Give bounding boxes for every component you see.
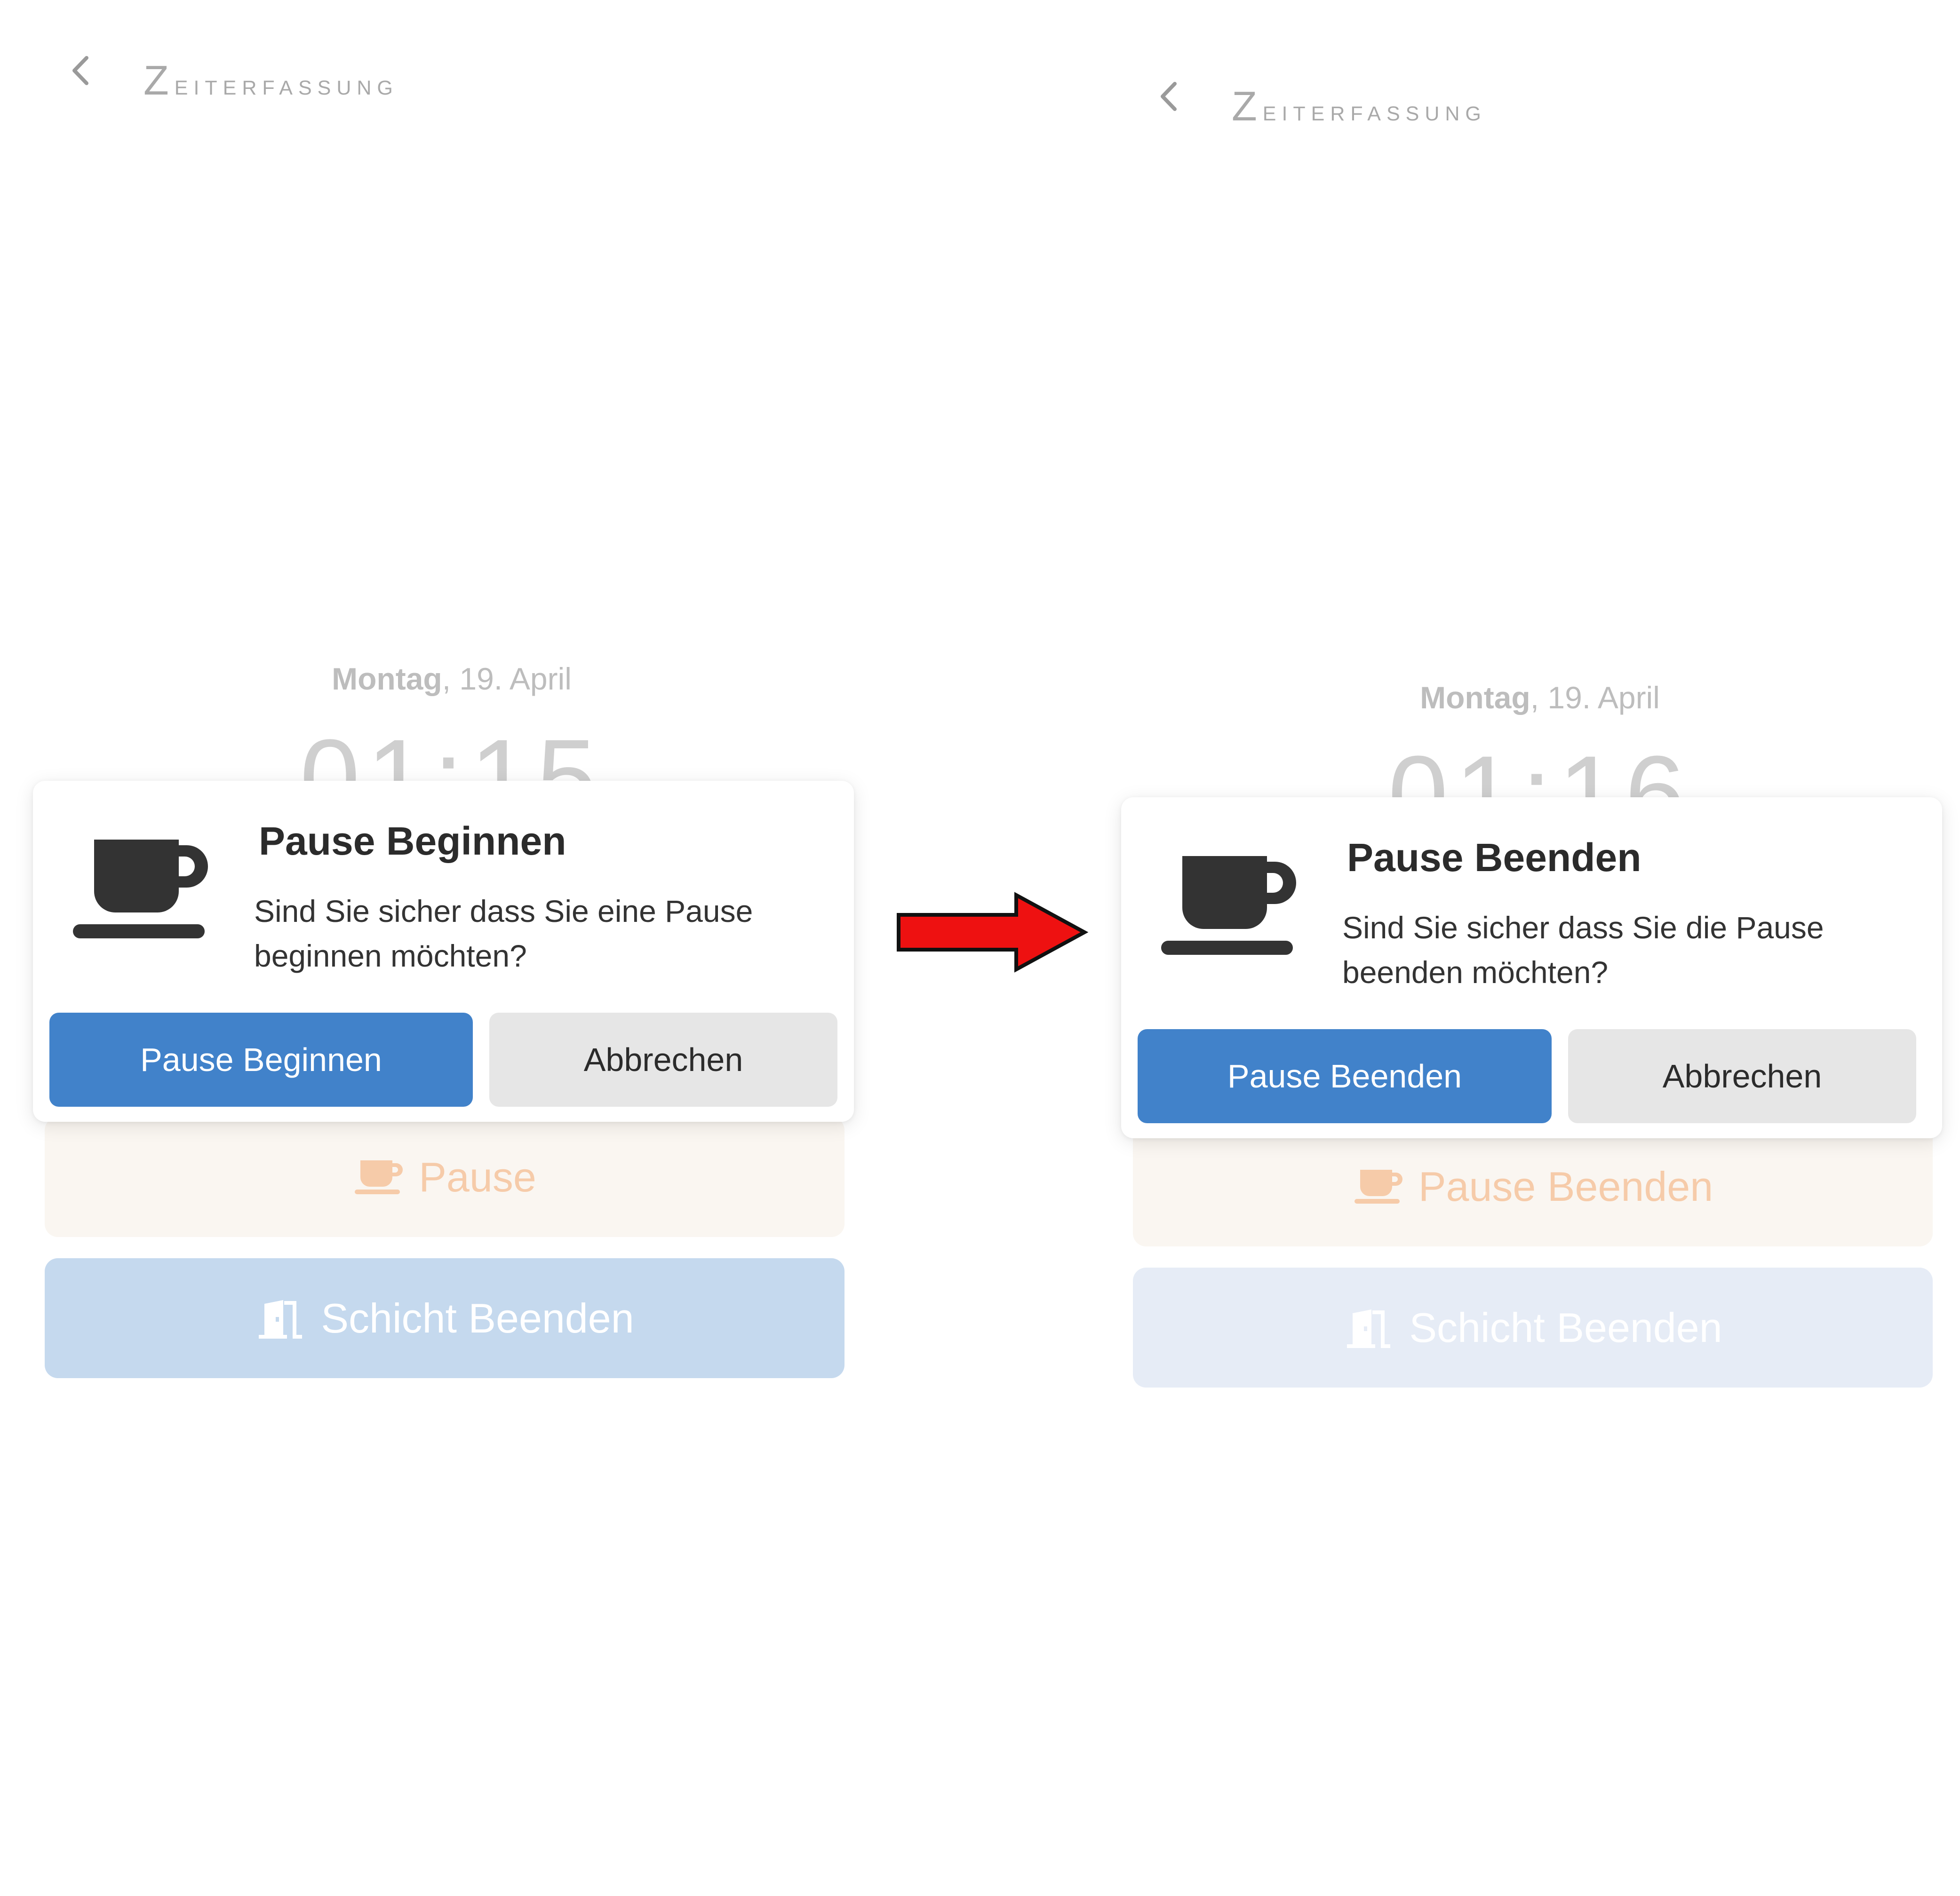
app-header: Zeiterfassung (1088, 54, 1960, 148)
screen-before: Zeiterfassung Montag, 19. April 01:15 Pa… (0, 0, 903, 1896)
end-pause-button[interactable]: Pause Beenden (1133, 1126, 1933, 1246)
confirm-button[interactable]: Pause Beenden (1138, 1029, 1552, 1123)
dialog-message: Sind Sie sicher dass Sie eine Pause begi… (254, 894, 753, 973)
back-button[interactable] (1149, 78, 1187, 115)
end-shift-button-label: Schicht Beenden (1409, 1304, 1722, 1351)
chevron-left-icon (1161, 82, 1177, 111)
page-title: Zeiterfassung (143, 57, 398, 103)
end-shift-button[interactable]: Schicht Beenden (45, 1258, 845, 1378)
back-button[interactable] (61, 52, 99, 89)
pause-button-label: Pause (419, 1153, 536, 1200)
clock-time: 01:15 (300, 717, 604, 785)
date-weekday: Montag (1420, 680, 1530, 715)
cancel-button[interactable]: Abbrechen (1568, 1029, 1916, 1123)
coffee-cup-icon (1161, 856, 1296, 955)
confirm-dialog: Pause Beginnen Sind Sie sicher dass Sie … (33, 781, 854, 1122)
confirm-button[interactable]: Pause Beginnen (49, 1013, 473, 1107)
confirm-dialog: Pause Beenden Sind Sie sicher dass Sie d… (1121, 797, 1942, 1138)
clock-time: 01:16 (1388, 733, 1692, 802)
pause-button[interactable]: Pause (45, 1117, 845, 1237)
current-date: Montag, 19. April (0, 661, 903, 697)
right-arrow-icon (897, 892, 1089, 973)
app-header: Zeiterfassung (0, 28, 903, 122)
dialog-message: Sind Sie sicher dass Sie die Pause beend… (1342, 910, 1824, 990)
end-shift-button[interactable]: Schicht Beenden (1133, 1268, 1933, 1388)
end-shift-button-label: Schicht Beenden (321, 1294, 634, 1341)
page-title: Zeiterfassung (1232, 83, 1487, 129)
coffee-cup-icon (73, 840, 208, 938)
door-exit-icon (1347, 1309, 1391, 1348)
current-date: Montag, 19. April (1088, 680, 1960, 715)
dialog-title: Pause Beginnen (259, 819, 566, 863)
date-weekday: Montag (332, 661, 442, 696)
coffee-cup-icon (355, 1160, 403, 1194)
cancel-button[interactable]: Abbrechen (489, 1013, 837, 1107)
date-rest: , 19. April (442, 661, 572, 696)
coffee-cup-icon (1354, 1169, 1402, 1204)
door-exit-icon (259, 1300, 303, 1339)
dialog-title: Pause Beenden (1347, 835, 1641, 880)
chevron-left-icon (72, 56, 88, 85)
date-rest: , 19. April (1530, 680, 1660, 715)
screen-after: Zeiterfassung Montag, 19. April 01:16 Pa… (1088, 0, 1960, 1896)
end-pause-button-label: Pause Beenden (1418, 1163, 1713, 1210)
